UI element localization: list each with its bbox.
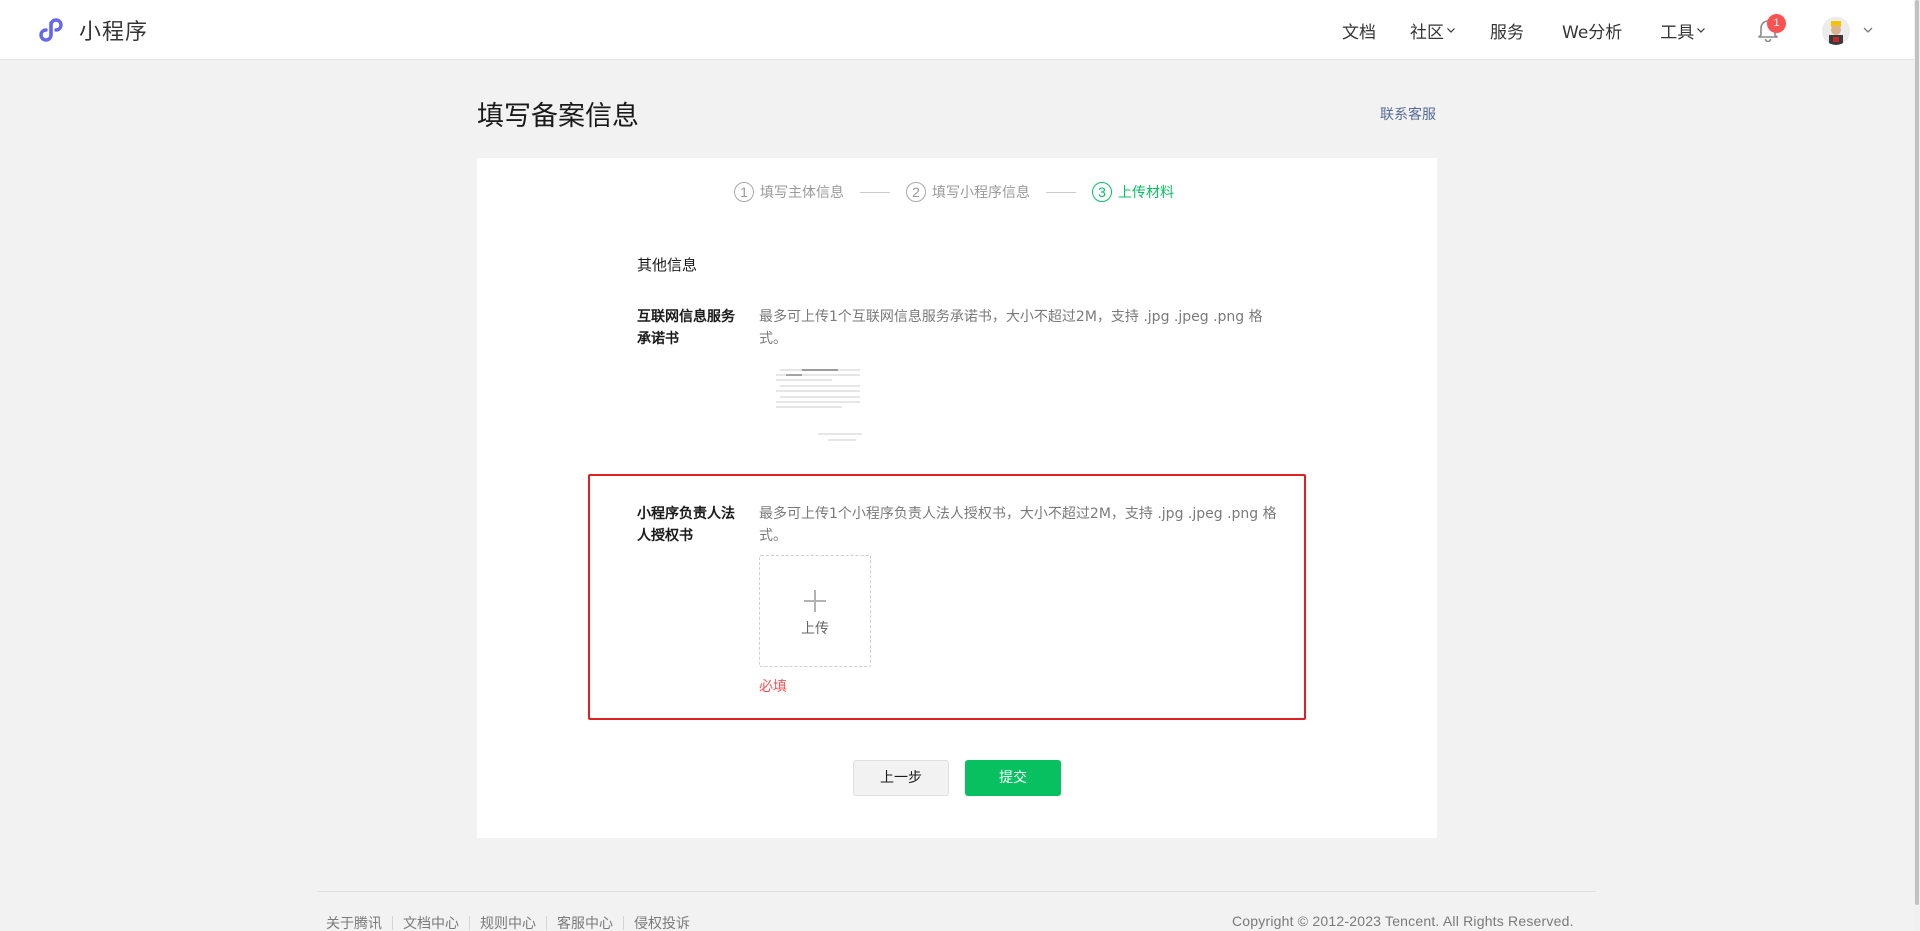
footer-link-about-tencent[interactable]: 关于腾讯 [326, 913, 382, 931]
footer-link-doc-center[interactable]: 文档中心 [403, 913, 459, 931]
footer-separator [623, 916, 624, 930]
step-upload-materials: 3 上传材料 [1092, 182, 1174, 202]
internet-commitment-label: 互联网信息服务承诺书 [637, 309, 735, 347]
required-error-text: 必填 [759, 679, 787, 695]
nav-item-docs[interactable]: 文档 [1342, 18, 1376, 43]
notification-badge: 1 [1767, 14, 1786, 33]
step-label: 上传材料 [1118, 185, 1174, 201]
step-label: 填写主体信息 [760, 185, 844, 201]
previous-step-button[interactable]: 上一步 [853, 760, 949, 796]
chevron-down-icon [1697, 28, 1706, 33]
submit-button[interactable]: 提交 [965, 760, 1061, 796]
plus-icon [804, 590, 826, 612]
footer-divider [318, 891, 1596, 892]
upload-button[interactable]: 上传 [759, 555, 871, 667]
step-subject-info: 1 填写主体信息 [734, 182, 844, 202]
nav-item-label: 社区 [1410, 22, 1444, 43]
brand-name: 小程序 [79, 20, 149, 45]
footer-separator [392, 916, 393, 930]
nav-item-label: 文档 [1342, 22, 1376, 43]
step-number: 3 [1092, 182, 1112, 202]
nav-item-label: We分析 [1562, 22, 1623, 43]
internet-commitment-desc: 最多可上传1个互联网信息服务承诺书，大小不超过2M，支持 .jpg .jpeg … [759, 309, 1263, 347]
authorization-letter-label: 小程序负责人法人授权书 [637, 506, 735, 544]
chevron-down-icon [1447, 28, 1455, 33]
step-number: 2 [906, 182, 926, 202]
footer-link-infringement[interactable]: 侵权投诉 [634, 913, 690, 931]
avatar[interactable] [1822, 17, 1850, 45]
nav-item-community[interactable]: 社区 [1410, 18, 1456, 43]
miniprogram-logo-icon [39, 18, 63, 42]
copyright-text: Copyright © 2012-2023 Tencent. All Right… [1232, 913, 1574, 929]
chevron-down-icon[interactable] [1862, 24, 1874, 36]
footer-separator [469, 916, 470, 930]
main-nav: 文档 社区 服务 We分析 工具 [1342, 0, 1706, 60]
top-navbar: 小程序 文档 社区 服务 We分析 工具 1 [0, 0, 1914, 60]
step-miniprogram-info: 2 填写小程序信息 [906, 182, 1030, 202]
nav-item-services[interactable]: 服务 [1490, 18, 1524, 43]
footer-separator [546, 916, 547, 930]
nav-item-label: 工具 [1660, 22, 1695, 43]
nav-item-label: 服务 [1490, 22, 1524, 43]
step-divider [860, 191, 890, 193]
step-indicator: 1 填写主体信息 2 填写小程序信息 3 上传材料 [734, 182, 1174, 202]
brand[interactable]: 小程序 [38, 12, 148, 48]
footer-links: 关于腾讯 文档中心 规则中心 客服中心 侵权投诉 [326, 913, 690, 931]
uploaded-document-thumbnail[interactable] [772, 364, 866, 446]
nav-item-we-analysis[interactable]: We分析 [1562, 18, 1622, 43]
step-divider [1046, 191, 1076, 193]
step-label: 填写小程序信息 [932, 185, 1030, 201]
footer-link-rules-center[interactable]: 规则中心 [480, 913, 536, 931]
footer-link-support-center[interactable]: 客服中心 [557, 913, 613, 931]
step-number: 1 [734, 182, 754, 202]
section-title: 其他信息 [637, 256, 698, 274]
upload-label: 上传 [801, 621, 829, 637]
page-title: 填写备案信息 [477, 101, 639, 132]
authorization-letter-desc: 最多可上传1个小程序负责人法人授权书，大小不超过2M，支持 .jpg .jpeg… [759, 506, 1277, 544]
contact-support-link[interactable]: 联系客服 [1380, 104, 1436, 124]
scrollbar-thumb[interactable] [1915, 0, 1919, 905]
nav-item-tools[interactable]: 工具 [1660, 18, 1706, 43]
avatar-image [1822, 17, 1850, 45]
